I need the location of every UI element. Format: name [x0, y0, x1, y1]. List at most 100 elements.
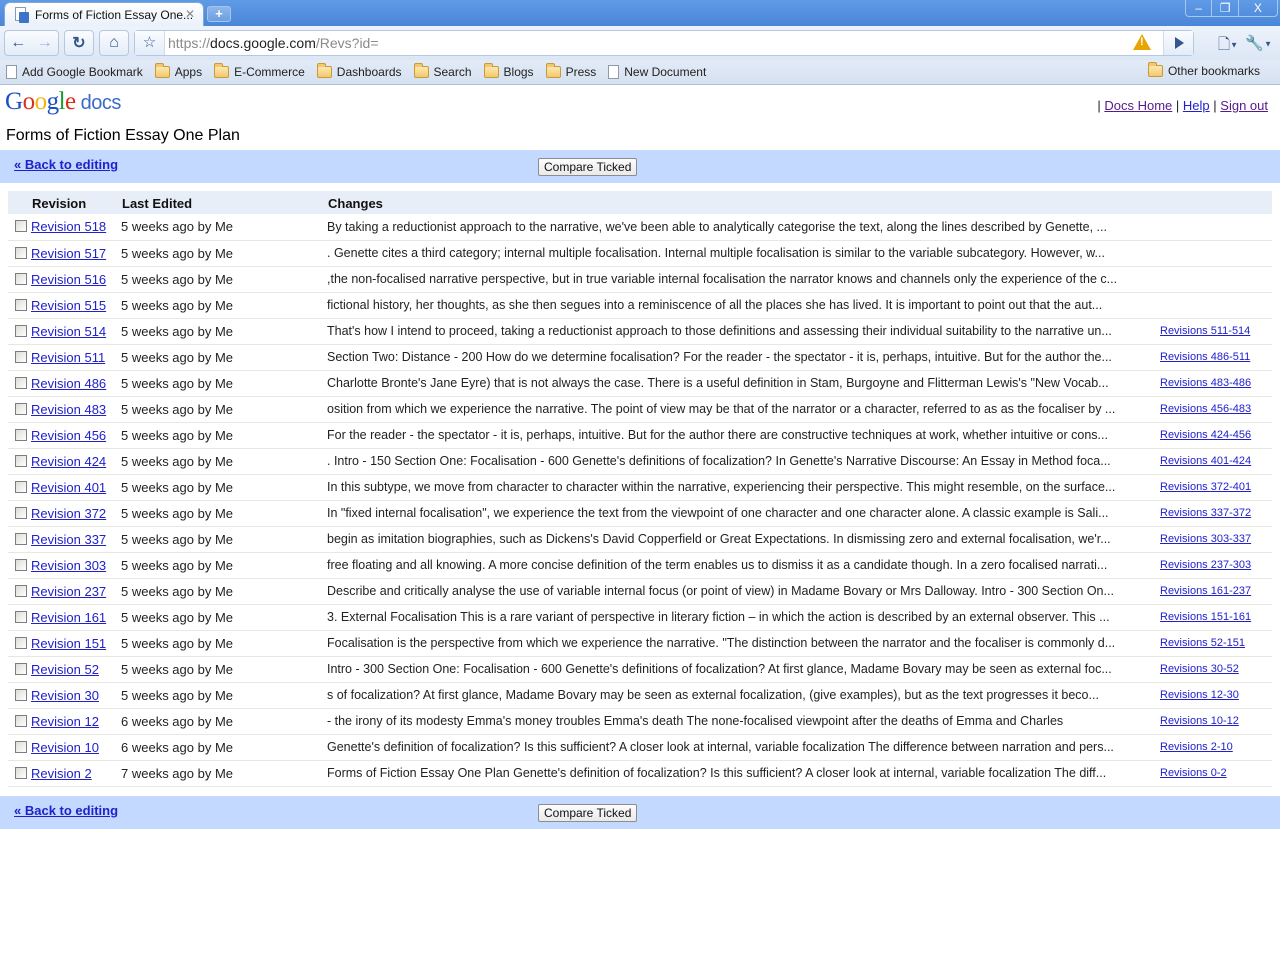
bookmark-other-bookmarks[interactable]: Other bookmarks — [1147, 62, 1260, 78]
browser-tab[interactable]: Forms of Fiction Essay One... ✕ — [4, 2, 204, 26]
revision-checkbox[interactable] — [15, 454, 27, 467]
revision-link[interactable]: Revision 372 — [31, 506, 106, 521]
changes-text: fictional history, her thoughts, as she … — [327, 298, 1103, 312]
compare-revisions-link[interactable]: Revisions 303-337 — [1160, 533, 1251, 545]
revision-link[interactable]: Revision 514 — [31, 324, 106, 339]
bookmark-search[interactable]: Search — [413, 63, 472, 79]
home-icon[interactable]: ⌂ — [99, 30, 129, 56]
compare-revisions-link[interactable]: Revisions 12-30 — [1160, 689, 1239, 701]
revision-link[interactable]: Revision 511 — [31, 350, 105, 365]
revision-link[interactable]: Revision 424 — [31, 454, 106, 469]
back-to-editing-link[interactable]: « Back to editing — [14, 803, 118, 818]
revision-checkbox[interactable] — [15, 272, 27, 285]
bookmark-press[interactable]: Press — [545, 63, 596, 79]
revision-link[interactable]: Revision 2 — [31, 766, 92, 781]
changes-text: In "fixed internal focalisation", we exp… — [327, 506, 1109, 520]
revision-link[interactable]: Revision 456 — [31, 428, 106, 443]
revision-checkbox[interactable] — [15, 324, 27, 337]
wrench-menu-icon[interactable]: 🔧▼ — [1245, 34, 1272, 52]
compare-revisions-link[interactable]: Revisions 161-237 — [1160, 585, 1251, 597]
revision-link[interactable]: Revision 161 — [31, 610, 106, 625]
revision-link[interactable]: Revision 151 — [31, 636, 106, 651]
revision-checkbox[interactable] — [15, 220, 27, 233]
revision-checkbox[interactable] — [15, 662, 27, 675]
revision-checkbox[interactable] — [15, 298, 27, 311]
sign-out-link[interactable]: Sign out — [1220, 98, 1268, 113]
revision-checkbox[interactable] — [15, 766, 27, 779]
revision-checkbox[interactable] — [15, 506, 27, 519]
compare-ticked-button[interactable]: Compare Ticked — [538, 158, 638, 176]
compare-revisions-link[interactable]: Revisions 401-424 — [1160, 455, 1251, 467]
revision-checkbox[interactable] — [15, 584, 27, 597]
compare-revisions-link[interactable]: Revisions 511-514 — [1160, 325, 1250, 337]
url-text[interactable]: https://docs.google.com/Revs?id= — [168, 35, 379, 51]
bookmark-star-icon[interactable]: ☆ — [135, 31, 165, 55]
forward-arrow-icon[interactable]: → — [32, 34, 59, 52]
revision-link[interactable]: Revision 237 — [31, 584, 106, 599]
docs-home-link[interactable]: Docs Home — [1104, 98, 1172, 113]
compare-cell: Revisions 151-161 — [1152, 604, 1272, 631]
compare-revisions-link[interactable]: Revisions 237-303 — [1160, 559, 1251, 571]
revision-checkbox[interactable] — [15, 350, 27, 363]
back-forward-group: ← → — [4, 30, 59, 56]
bookmark-apps[interactable]: Apps — [154, 63, 202, 79]
revision-link[interactable]: Revision 518 — [31, 219, 106, 234]
revision-checkbox[interactable] — [15, 636, 27, 649]
compare-ticked-button[interactable]: Compare Ticked — [538, 804, 638, 822]
compare-revisions-link[interactable]: Revisions 372-401 — [1160, 481, 1251, 493]
page-menu-icon[interactable]: 🗋▼ — [1218, 34, 1238, 59]
revision-link[interactable]: Revision 515 — [31, 298, 106, 313]
help-link[interactable]: Help — [1183, 98, 1210, 113]
revision-checkbox[interactable] — [15, 610, 27, 623]
revision-checkbox[interactable] — [15, 402, 27, 415]
revision-link[interactable]: Revision 303 — [31, 558, 106, 573]
revision-link[interactable]: Revision 337 — [31, 532, 106, 547]
revision-link[interactable]: Revision 52 — [31, 662, 99, 677]
revision-checkbox[interactable] — [15, 532, 27, 545]
reload-icon[interactable]: ↻ — [64, 30, 94, 56]
compare-revisions-link[interactable]: Revisions 151-161 — [1160, 611, 1251, 623]
google-docs-logo[interactable]: Google docs — [5, 88, 121, 116]
revision-link[interactable]: Revision 483 — [31, 402, 106, 417]
tab-close-icon[interactable]: ✕ — [185, 7, 195, 21]
minimize-icon[interactable]: – — [1186, 0, 1213, 16]
compare-revisions-link[interactable]: Revisions 10-12 — [1160, 715, 1239, 727]
back-to-editing-link[interactable]: « Back to editing — [14, 157, 118, 172]
revision-link[interactable]: Revision 10 — [31, 740, 99, 755]
close-window-icon[interactable]: X — [1239, 0, 1277, 16]
warning-icon[interactable] — [1133, 34, 1151, 50]
revision-checkbox[interactable] — [15, 714, 27, 727]
address-bar[interactable]: ☆ https://docs.google.com/Revs?id= — [134, 30, 1194, 56]
revision-checkbox[interactable] — [15, 246, 27, 259]
bookmark-dashboards[interactable]: Dashboards — [316, 63, 402, 79]
revision-checkbox[interactable] — [15, 688, 27, 701]
revision-link[interactable]: Revision 517 — [31, 246, 106, 261]
bookmark-new-document[interactable]: New Document — [608, 65, 706, 79]
compare-revisions-link[interactable]: Revisions 486-511 — [1160, 351, 1250, 363]
go-arrow-icon[interactable] — [1163, 31, 1193, 55]
revision-link[interactable]: Revision 486 — [31, 376, 106, 391]
compare-revisions-link[interactable]: Revisions 0-2 — [1160, 767, 1227, 779]
new-tab-button[interactable]: + — [207, 6, 231, 22]
compare-revisions-link[interactable]: Revisions 483-486 — [1160, 377, 1251, 389]
compare-revisions-link[interactable]: Revisions 52-151 — [1160, 637, 1245, 649]
restore-icon[interactable]: ❐ — [1212, 0, 1239, 16]
revision-link[interactable]: Revision 401 — [31, 480, 106, 495]
compare-revisions-link[interactable]: Revisions 30-52 — [1160, 663, 1239, 675]
back-arrow-icon[interactable]: ← — [5, 34, 32, 52]
revision-checkbox[interactable] — [15, 480, 27, 493]
bookmark-add-google-bookmark[interactable]: Add Google Bookmark — [6, 65, 143, 79]
compare-revisions-link[interactable]: Revisions 424-456 — [1160, 429, 1251, 441]
bookmark-e-commerce[interactable]: E-Commerce — [214, 63, 305, 79]
compare-revisions-link[interactable]: Revisions 337-372 — [1160, 507, 1251, 519]
compare-revisions-link[interactable]: Revisions 456-483 — [1160, 403, 1251, 415]
compare-revisions-link[interactable]: Revisions 2-10 — [1160, 741, 1233, 753]
revision-checkbox[interactable] — [15, 428, 27, 441]
bookmark-blogs[interactable]: Blogs — [483, 63, 534, 79]
revision-checkbox[interactable] — [15, 376, 27, 389]
revision-checkbox[interactable] — [15, 558, 27, 571]
revision-link[interactable]: Revision 30 — [31, 688, 99, 703]
revision-link[interactable]: Revision 516 — [31, 272, 106, 287]
revision-link[interactable]: Revision 12 — [31, 714, 99, 729]
revision-checkbox[interactable] — [15, 740, 27, 753]
